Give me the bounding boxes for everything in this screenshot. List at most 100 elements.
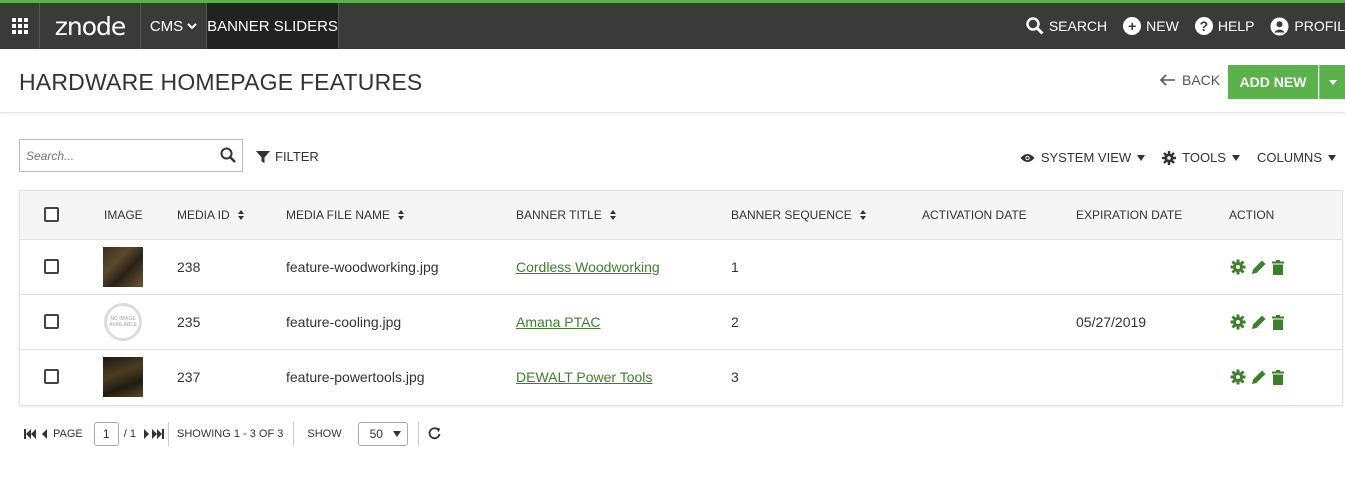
nav-cms-menu[interactable]: CMS xyxy=(141,3,207,49)
table-row: 237 feature-powertools.jpg DEWALT Power … xyxy=(20,350,1342,405)
nav-help[interactable]: ? HELP xyxy=(1194,17,1255,35)
gear-icon[interactable] xyxy=(1230,369,1246,385)
column-header-label: BANNER SEQUENCE xyxy=(731,208,852,222)
pagination: PAGE 1 / 1 SHOWING 1 - 3 OF 3 SHOW 50 xyxy=(24,421,441,446)
columns-dropdown[interactable]: COLUMNS xyxy=(1257,150,1336,165)
trash-icon[interactable] xyxy=(1272,314,1284,330)
nav-search-label: SEARCH xyxy=(1048,18,1108,34)
search-box xyxy=(19,139,243,172)
nav-right-menu: SEARCH + NEW ? HELP PROFIL xyxy=(1010,3,1345,49)
pencil-icon[interactable] xyxy=(1251,314,1267,330)
banner-sequence-cell: 3 xyxy=(731,369,739,385)
column-header-banner-title[interactable]: BANNER TITLE xyxy=(516,208,616,222)
logo[interactable]: znode xyxy=(40,3,141,49)
no-image-label: NO IMAGE AVAILABLE xyxy=(104,303,142,341)
column-header-label: ACTION xyxy=(1229,208,1275,222)
first-page-icon[interactable] xyxy=(24,428,37,439)
system-view-dropdown[interactable]: SYSTEM VIEW xyxy=(1020,150,1146,165)
trash-icon[interactable] xyxy=(1272,369,1284,385)
nav-banner-sliders[interactable]: BANNER SLIDERS xyxy=(207,3,339,49)
page-header: HARDWARE HOMEPAGE FEATURES BACK ADD NEW xyxy=(0,49,1345,113)
divider xyxy=(417,421,419,446)
last-page-icon[interactable] xyxy=(151,428,164,439)
banner-title-link[interactable]: Amana PTAC xyxy=(516,314,601,330)
caret-down-icon xyxy=(1137,154,1146,161)
next-page-icon[interactable] xyxy=(142,428,151,439)
show-label: SHOW xyxy=(307,427,342,440)
pencil-icon[interactable] xyxy=(1251,369,1267,385)
banner-title-link[interactable]: Cordless Woodworking xyxy=(516,259,660,275)
column-header-media-id[interactable]: MEDIA ID xyxy=(177,208,244,222)
column-header-media-file-name[interactable]: MEDIA FILE NAME xyxy=(286,208,405,222)
filter-icon xyxy=(256,150,270,163)
search-icon[interactable] xyxy=(220,147,236,163)
filter-label: FILTER xyxy=(275,149,319,164)
banner-sequence-cell: 2 xyxy=(731,314,739,330)
top-navbar: znode CMS BANNER SLIDERS SEARCH + NEW ? … xyxy=(0,0,1345,49)
media-id-cell: 237 xyxy=(177,369,201,385)
gear-icon[interactable] xyxy=(1230,314,1246,330)
eye-icon xyxy=(1020,153,1035,162)
nav-cms-label: CMS xyxy=(149,17,184,35)
banner-thumbnail[interactable] xyxy=(103,247,143,287)
tools-label: TOOLS xyxy=(1182,150,1226,165)
nav-search[interactable]: SEARCH xyxy=(1026,17,1107,35)
pencil-icon[interactable] xyxy=(1251,259,1267,275)
apps-grid-icon[interactable] xyxy=(0,3,40,49)
add-new-dropdown-button[interactable] xyxy=(1319,65,1345,99)
row-checkbox[interactable] xyxy=(44,314,59,329)
page-size-select[interactable]: 50 xyxy=(357,421,408,446)
arrow-left-icon xyxy=(1160,74,1175,86)
page-total: / 1 xyxy=(123,427,136,440)
divider xyxy=(168,421,169,446)
page-number-input[interactable]: 1 xyxy=(93,421,119,446)
table-row: 238 feature-woodworking.jpg Cordless Woo… xyxy=(20,240,1342,295)
column-header-expiration-date: EXPIRATION DATE xyxy=(1076,208,1182,222)
divider xyxy=(293,421,295,446)
select-all-checkbox[interactable] xyxy=(44,207,59,222)
tools-dropdown[interactable]: TOOLS xyxy=(1162,150,1240,165)
banner-sequence-cell: 1 xyxy=(731,259,739,275)
grid-tools: SYSTEM VIEW TOOLS COLUMNS xyxy=(1003,150,1336,165)
showing-count: SHOWING 1 - 3 OF 3 xyxy=(177,427,284,440)
column-header-image: IMAGE xyxy=(104,208,143,222)
media-id-cell: 238 xyxy=(177,259,201,275)
row-actions xyxy=(1230,369,1284,385)
banner-thumbnail[interactable] xyxy=(103,357,143,397)
page-title: HARDWARE HOMEPAGE FEATURES xyxy=(19,69,423,95)
plus-circle-icon: + xyxy=(1123,17,1142,35)
nav-profile[interactable]: PROFIL xyxy=(1270,17,1345,36)
caret-down-icon xyxy=(392,430,401,437)
filter-button[interactable]: FILTER xyxy=(256,149,319,164)
no-image-placeholder[interactable]: NO IMAGE AVAILABLE xyxy=(103,302,143,342)
media-file-name-cell: feature-cooling.jpg xyxy=(286,314,402,330)
column-header-banner-sequence[interactable]: BANNER SEQUENCE xyxy=(731,208,866,222)
media-id-cell: 235 xyxy=(177,314,201,330)
refresh-icon[interactable] xyxy=(428,427,441,440)
trash-icon[interactable] xyxy=(1272,259,1284,275)
add-new-button[interactable]: ADD NEW xyxy=(1228,65,1318,99)
caret-down-icon xyxy=(1328,79,1337,85)
caret-down-icon xyxy=(1328,154,1336,161)
column-header-label: ACTIVATION DATE xyxy=(922,208,1027,222)
sort-icon xyxy=(237,210,244,220)
column-header-label: IMAGE xyxy=(104,208,143,222)
page-size-value: 50 xyxy=(369,426,383,441)
caret-down-icon xyxy=(1231,154,1240,161)
sort-icon xyxy=(609,210,616,220)
nav-profile-label: PROFIL xyxy=(1294,18,1345,34)
row-checkbox[interactable] xyxy=(44,259,59,274)
data-grid: IMAGE MEDIA ID MEDIA FILE NAME BANNER TI… xyxy=(19,190,1343,406)
gear-icon[interactable] xyxy=(1230,259,1246,275)
expiration-date-cell: 05/27/2019 xyxy=(1076,314,1147,330)
chevron-down-icon xyxy=(187,22,197,29)
row-checkbox[interactable] xyxy=(44,369,59,384)
banner-title-link[interactable]: DEWALT Power Tools xyxy=(516,369,652,385)
nav-help-label: HELP xyxy=(1217,18,1255,34)
prev-page-icon[interactable] xyxy=(40,428,49,439)
nav-new[interactable]: + NEW xyxy=(1123,17,1179,35)
sort-icon xyxy=(398,210,405,220)
back-button[interactable]: BACK xyxy=(1160,72,1220,88)
search-input[interactable] xyxy=(20,140,210,171)
row-actions xyxy=(1230,314,1284,330)
